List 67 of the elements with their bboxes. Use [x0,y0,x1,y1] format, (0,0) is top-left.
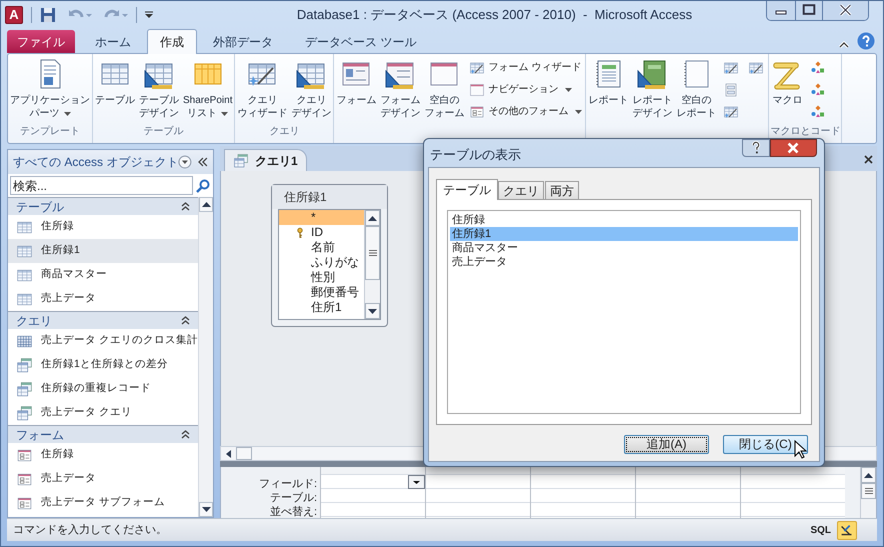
nav-item[interactable]: 住所録 [8,215,198,239]
ribbon-button[interactable]: レポート [587,58,630,107]
search-field[interactable]: 検索... [10,176,193,195]
dialog-button[interactable]: 追加(A) [624,435,709,454]
dialog-tab[interactable]: 両方 [545,181,579,199]
document-tab[interactable]: クエリ1 [224,149,307,171]
dialog-title: テーブルの表示 [429,146,522,164]
logo-icon: A [5,6,23,24]
nav-item[interactable]: 売上データ クエリのクロス集計 [8,329,198,353]
field-item[interactable]: 性別 [279,270,364,285]
nav-item[interactable]: 売上データ [8,467,198,491]
nav-item[interactable]: 売上データ クエリ [8,401,198,425]
grid-row-label: テーブル: [270,491,317,505]
nav-item[interactable]: 住所録の重複レコード [8,377,198,401]
ribbon-button[interactable]: マクロ [770,58,804,107]
ribbon-tab[interactable]: 外部データ [197,30,289,53]
dialog-tab[interactable]: テーブル [436,179,498,200]
field-item[interactable]: ID [279,225,364,240]
nav-item[interactable]: 売上データ [8,287,198,311]
ribbon-tab[interactable]: ホーム [79,30,147,53]
field-item[interactable]: 住所1 [279,300,364,315]
ribbon-button[interactable]: フォーム デザイン [379,58,422,120]
group-label: マクロとコード [770,126,840,139]
ribbon-button[interactable]: SharePoint リスト [182,58,234,120]
window-title: Database1 : データベース (Access 2007 - 2010) - Microsoft Access [296,6,694,24]
grid-row-label: フィールド: [258,477,317,491]
section-header[interactable]: クエリ [8,311,198,329]
group-label: クエリ [268,126,300,139]
list-item[interactable]: 売上データ [450,255,798,269]
ribbon-button[interactable]: テーブル デザイン [138,58,180,120]
nav-item[interactable]: 住所録1 [8,239,198,263]
group-label: テンプレート [19,126,81,139]
ribbon-button[interactable]: フォーム [335,58,378,107]
section-header[interactable]: フォーム [8,425,198,443]
ribbon-button[interactable]: クエリ デザイン [290,58,332,120]
ribbon-small-button[interactable]: その他のフォーム [469,102,582,121]
dialog-tab[interactable]: クエリ [498,181,544,199]
ribbon-small-button[interactable]: フォーム ウィザード [469,58,582,77]
field-item[interactable]: ふりがな [279,255,364,270]
field-item[interactable]: 郵便番号 [279,285,364,300]
nav-item[interactable]: 商品マスター [8,263,198,287]
ribbon-button[interactable]: 空白の フォーム [423,58,466,120]
status-message: コマンドを入力してください。 [12,522,168,538]
nav-item[interactable]: 住所録1と住所録との差分 [8,353,198,377]
list-item[interactable]: 商品マスター [450,241,798,255]
ribbon-button[interactable]: テーブル [94,58,136,107]
dialog-button[interactable]: 閉じる(C) [723,435,808,454]
field-item[interactable]: * [279,210,364,225]
ribbon-button[interactable]: クエリ ウィザード [236,58,288,120]
nav-item[interactable]: 住所録 [8,443,198,467]
ribbon-button[interactable]: レポート デザイン [631,58,674,120]
table-box-title: 住所録1 [272,185,387,209]
list-item[interactable]: 住所録 [450,213,798,227]
section-header[interactable]: テーブル [8,197,198,215]
group-label: テーブル [142,126,185,139]
grid-row-label: 並べ替え: [270,505,317,518]
ribbon-tab[interactable]: ファイル [7,30,75,53]
ribbon-button[interactable]: アプリケーション パーツ [9,58,91,120]
ribbon-small-button[interactable]: ナビゲーション [469,80,582,99]
ribbon-tab[interactable]: データベース ツール [289,30,432,53]
field-item[interactable]: 名前 [279,240,364,255]
ribbon-button[interactable]: 空白の レポート [675,58,718,120]
ribbon-tab[interactable]: 作成 [147,29,197,54]
sql-view-button[interactable]: SQL [810,522,831,538]
list-item[interactable]: 住所録1 [450,227,798,241]
nav-pane-title: すべての Access オブジェクト [13,154,178,171]
nav-item[interactable]: 売上データ サブフォーム [8,491,198,515]
